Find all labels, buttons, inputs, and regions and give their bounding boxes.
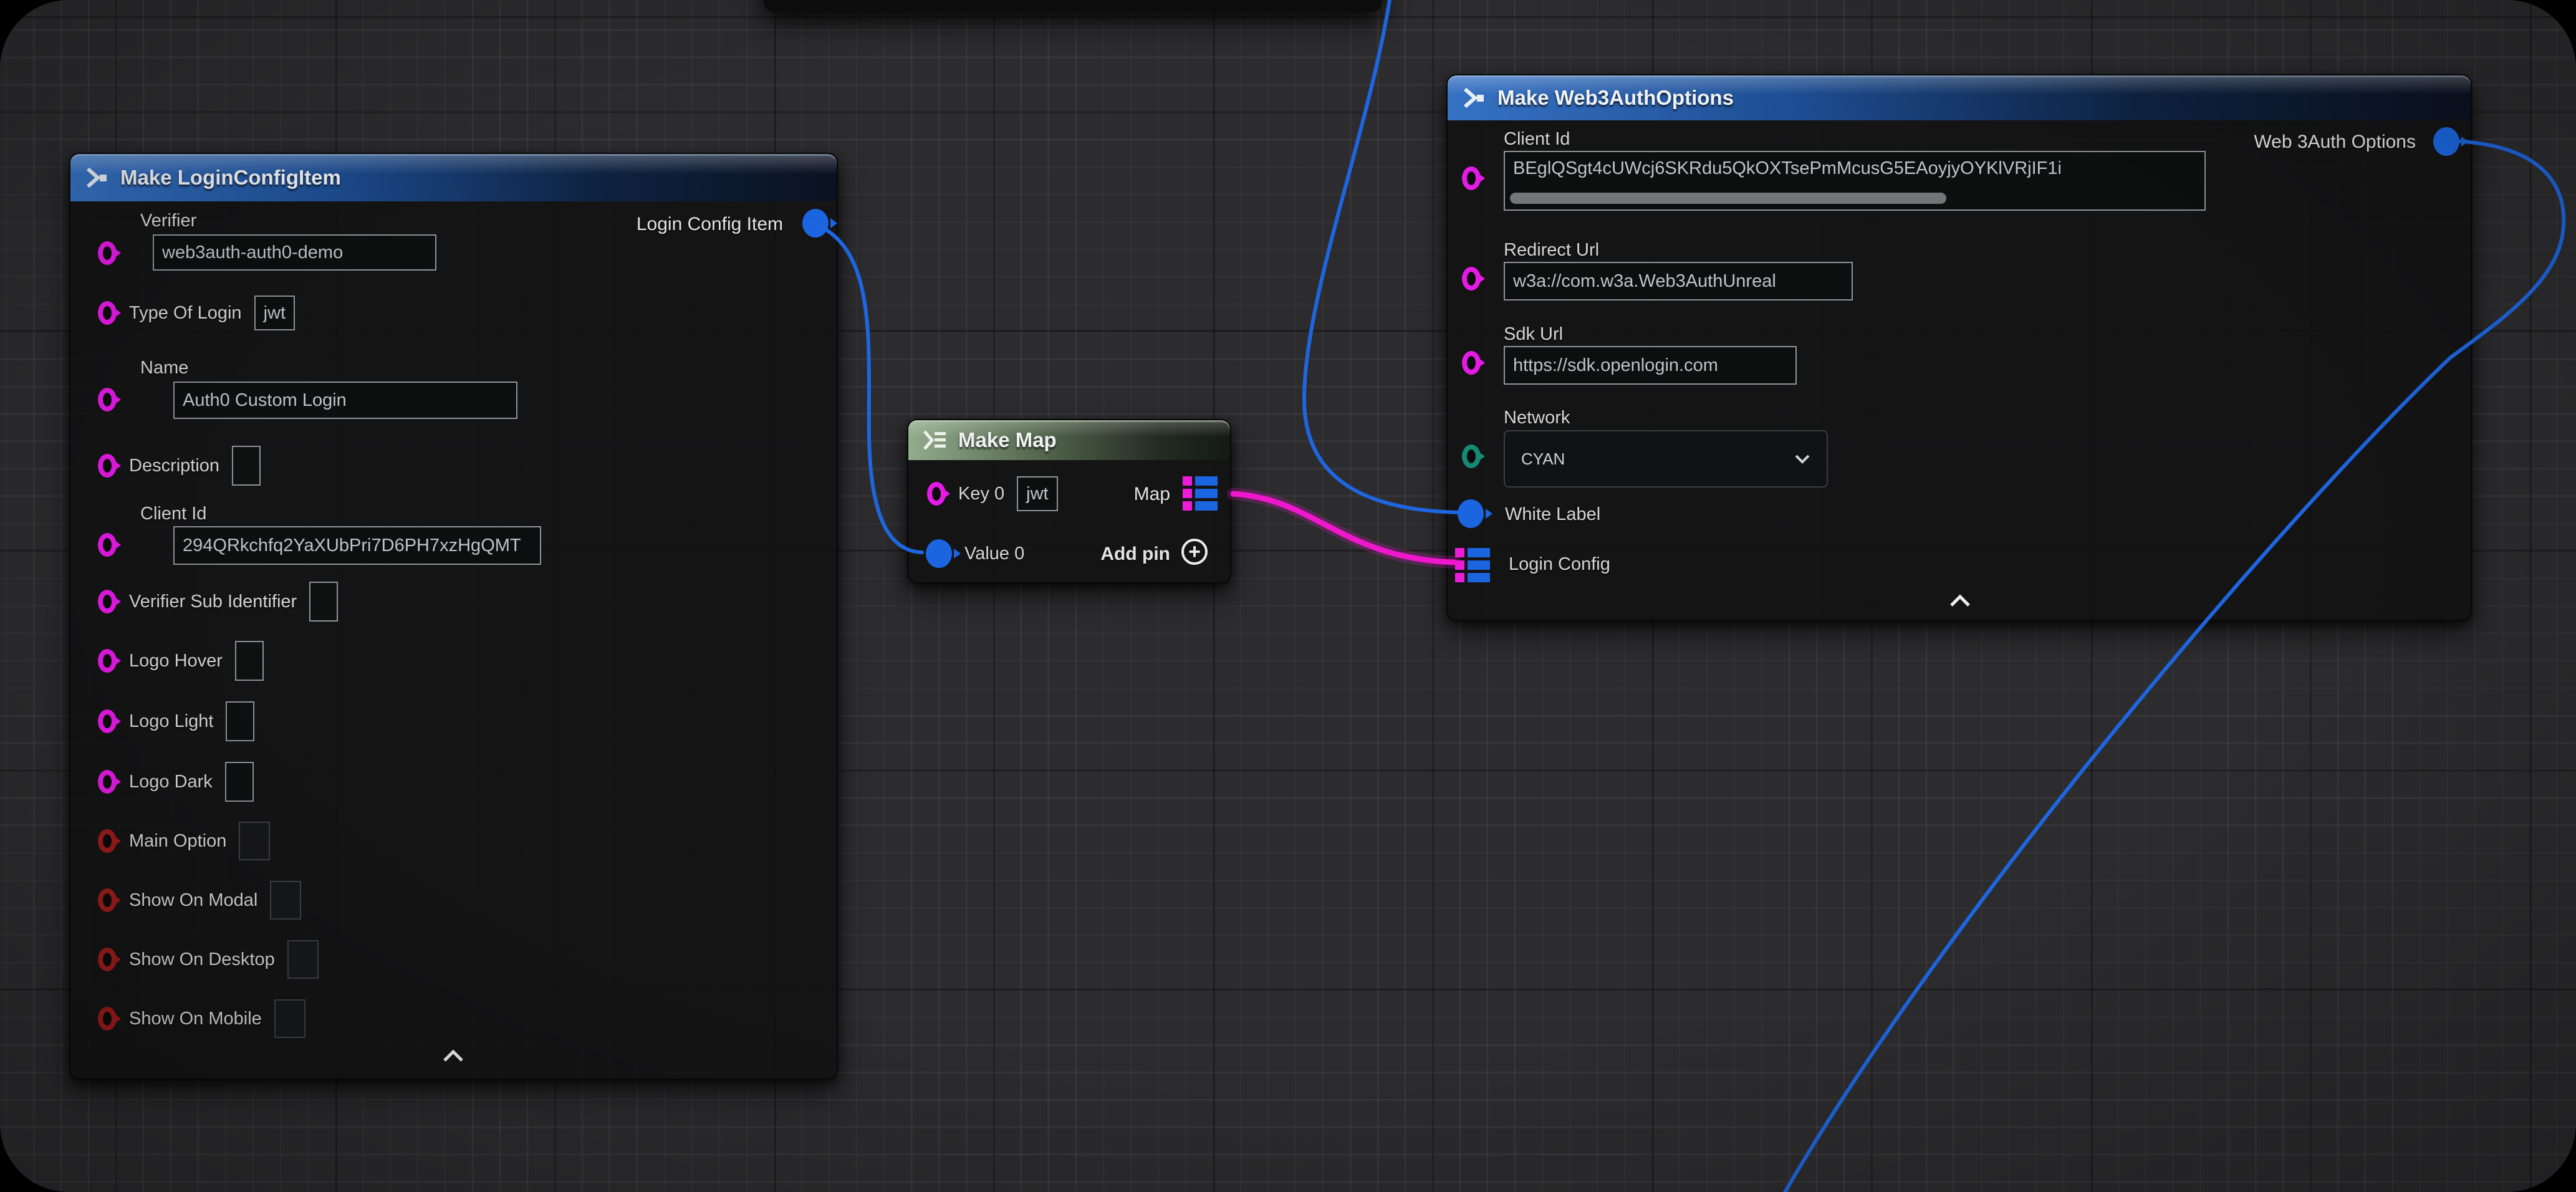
client-id-scrollbar[interactable]	[1510, 193, 1946, 204]
chevron-down-icon	[1794, 454, 1810, 464]
logo-light-input[interactable]	[226, 701, 254, 741]
verifier-input[interactable]: web3auth-auth0-demo	[153, 234, 436, 271]
pin-label: White Label	[1505, 504, 1600, 525]
make-struct-icon	[1460, 84, 1487, 112]
pin-label: Key 0	[958, 484, 1004, 504]
wire-top-to-white-label[interactable]	[1304, 0, 1458, 512]
map-output-pin[interactable]	[1183, 476, 1218, 511]
show-on-desktop-checkbox[interactable]	[287, 940, 319, 979]
client-id-pin[interactable]	[1462, 166, 1481, 190]
pin-label: Logo Hover	[129, 651, 223, 671]
node-make-loginconfigitem[interactable]: Make LoginConfigItem Login Config Item V…	[69, 153, 838, 1080]
output-pin-label: Login Config Item	[637, 214, 783, 235]
offscreen-node-top[interactable]	[764, 0, 1382, 12]
logo-dark-input[interactable]	[225, 762, 254, 802]
value0-pin[interactable]	[926, 539, 952, 568]
add-pin-button[interactable]: +	[1181, 539, 1208, 565]
show-on-desktop-pin[interactable]	[98, 948, 117, 971]
pin-label: Client Id	[1504, 129, 1570, 150]
node-title: Make Web3AuthOptions	[1497, 86, 1734, 110]
sdk-url-input[interactable]: https://sdk.openlogin.com	[1504, 346, 1797, 385]
name-pin[interactable]	[98, 388, 117, 411]
network-dropdown-value: CYAN	[1521, 449, 1565, 469]
node-header[interactable]: Make LoginConfigItem	[70, 154, 837, 201]
white-label-pin[interactable]	[1458, 499, 1484, 528]
redirect-url-input[interactable]: w3a://com.w3a.Web3AuthUnreal	[1504, 262, 1853, 300]
show-on-modal-pin[interactable]	[98, 888, 117, 912]
node-title: Make Map	[958, 428, 1057, 452]
collapse-node-button[interactable]	[1949, 594, 1971, 608]
network-pin[interactable]	[1462, 445, 1481, 468]
node-header[interactable]: Make Map	[908, 420, 1230, 460]
pin-label: Sdk Url	[1504, 324, 1563, 345]
collapse-node-button[interactable]	[442, 1049, 464, 1063]
chevron-up-icon	[442, 1049, 464, 1063]
show-on-modal-checkbox[interactable]	[270, 881, 301, 920]
type-of-login-input[interactable]: jwt	[254, 296, 295, 330]
pin-label: Show On Mobile	[129, 1009, 262, 1029]
logo-dark-pin[interactable]	[98, 770, 117, 794]
client-id-pin[interactable]	[98, 533, 117, 557]
node-make-map[interactable]: Make Map Key 0 jwt Map Value 0 Add pin +	[907, 419, 1231, 584]
name-input[interactable]: Auth0 Custom Login	[173, 382, 517, 419]
show-on-mobile-checkbox[interactable]	[274, 999, 305, 1038]
pin-label: Network	[1504, 408, 1570, 428]
verifier-sub-identifier-pin[interactable]	[98, 590, 117, 613]
pin-label: Verifier	[140, 211, 196, 231]
client-id-value: BEglQSgt4cUWcj6SKRdu5QkOXTsePmMcusG5EAoy…	[1513, 158, 2062, 179]
pin-label: Description	[129, 456, 219, 476]
pin-label: Main Option	[129, 831, 226, 852]
type-of-login-pin[interactable]	[98, 301, 117, 325]
network-dropdown[interactable]: CYAN	[1504, 430, 1828, 488]
pin-label: Logo Light	[129, 711, 213, 732]
pin-label: Value 0	[964, 544, 1024, 564]
node-header[interactable]: Make Web3AuthOptions	[1448, 75, 2471, 120]
map-output-label: Map	[1134, 484, 1170, 505]
logo-hover-input[interactable]	[235, 641, 264, 681]
pin-label: Show On Desktop	[129, 949, 275, 970]
blueprint-editor: Make LoginConfigItem Login Config Item V…	[0, 0, 2576, 1192]
verifier-pin[interactable]	[98, 241, 117, 265]
key0-pin[interactable]	[927, 482, 946, 506]
chevron-up-icon	[1949, 594, 1971, 608]
main-option-checkbox[interactable]	[239, 822, 270, 860]
add-pin-label: Add pin	[1100, 544, 1170, 565]
make-container-icon	[921, 428, 948, 453]
output-pin-label: Web 3Auth Options	[2254, 132, 2416, 153]
show-on-mobile-pin[interactable]	[98, 1007, 117, 1031]
verifier-sub-identifier-input[interactable]	[309, 582, 338, 622]
main-option-pin[interactable]	[98, 829, 117, 853]
description-input[interactable]	[232, 446, 261, 486]
graph-canvas[interactable]: Make LoginConfigItem Login Config Item V…	[0, 0, 2576, 1192]
wire-map-to-login-config-glow	[1233, 494, 1455, 562]
pin-label: Client Id	[140, 504, 206, 524]
pin-label: Logo Dark	[129, 772, 213, 792]
logo-hover-pin[interactable]	[98, 649, 117, 673]
pin-label: Login Config	[1509, 554, 1610, 575]
pin-label: Name	[140, 358, 188, 378]
sdk-url-pin[interactable]	[1462, 351, 1481, 375]
pin-label: Show On Modal	[129, 890, 257, 911]
logo-light-pin[interactable]	[98, 709, 117, 733]
make-struct-icon	[83, 164, 110, 191]
description-pin[interactable]	[98, 454, 117, 478]
pin-label: Verifier Sub Identifier	[129, 592, 297, 612]
pin-label: Type Of Login	[129, 303, 242, 324]
pin-label: Redirect Url	[1504, 240, 1599, 261]
node-make-web3authoptions[interactable]: Make Web3AuthOptions Web 3Auth Options C…	[1446, 74, 2472, 621]
key0-input[interactable]: jwt	[1017, 476, 1057, 511]
client-id-input[interactable]: 294QRkchfq2YaXUbPri7D6PH7xzHgQMT	[173, 526, 541, 565]
node-title: Make LoginConfigItem	[120, 166, 341, 190]
redirect-url-pin[interactable]	[1462, 267, 1481, 291]
